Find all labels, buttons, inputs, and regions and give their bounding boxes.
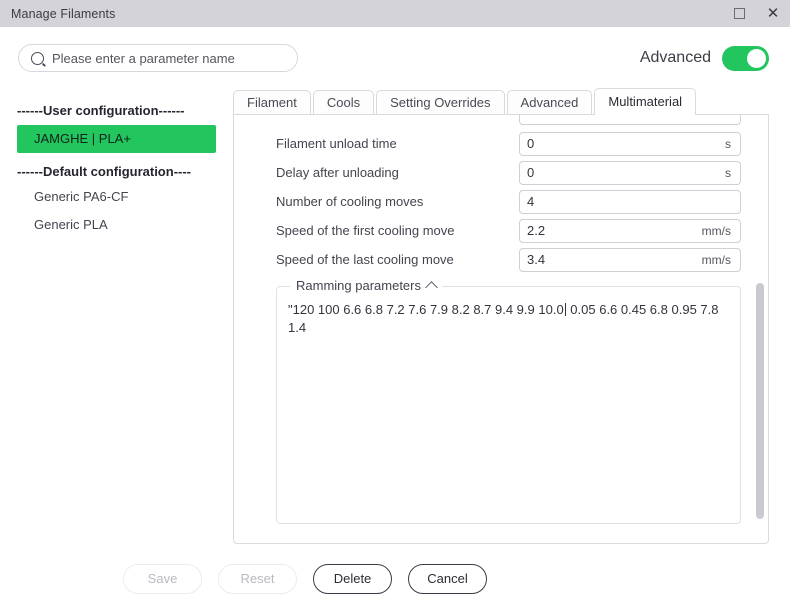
field-speed-first-cooling-move[interactable]: 2.2 mm/s xyxy=(519,218,741,243)
field-number-of-cooling-moves[interactable]: 4 xyxy=(519,189,741,214)
close-button[interactable]: ✕ xyxy=(756,0,790,27)
maximize-button[interactable] xyxy=(722,0,756,27)
tabstrip: Filament Cools Setting Overrides Advance… xyxy=(233,88,769,115)
sidebar-item-generic-pla[interactable]: Generic PLA xyxy=(0,211,233,239)
save-button[interactable]: Save xyxy=(123,563,202,594)
sidebar-group-title-user: ------User configuration------ xyxy=(17,103,185,118)
tab-setting-overrides[interactable]: Setting Overrides xyxy=(376,90,505,115)
sidebar-item-label: JAMGHE | PLA+ xyxy=(34,131,131,146)
dialog-footer: Save Reset Delete Cancel xyxy=(0,544,790,613)
preset-sidebar: ------User configuration------ JAMGHE | … xyxy=(0,89,233,544)
close-icon: ✕ xyxy=(766,4,780,22)
tab-cools[interactable]: Cools xyxy=(312,90,375,115)
row-label: Delay after unloading xyxy=(276,165,399,180)
row-label: Speed of the first cooling move xyxy=(276,223,455,238)
sidebar-group-title-default: ------Default configuration---- xyxy=(17,164,192,179)
clipped-field[interactable] xyxy=(519,115,741,125)
vertical-scrollbar-thumb[interactable] xyxy=(756,283,764,519)
field-unit: s xyxy=(725,165,731,180)
field-filament-unload-time[interactable]: 0 s xyxy=(519,131,741,156)
tab-multimaterial[interactable]: Multimaterial xyxy=(594,88,697,115)
maximize-square-icon xyxy=(733,8,745,19)
tab-filament[interactable]: Filament xyxy=(233,90,311,115)
row-label: Filament unload time xyxy=(276,136,397,151)
search-box[interactable] xyxy=(18,44,298,72)
reset-button[interactable]: Reset xyxy=(218,563,297,594)
tab-column: Filament Cools Setting Overrides Advance… xyxy=(233,88,769,544)
row-speed-last-cooling-move: Speed of the last cooling move 3.4 mm/s xyxy=(276,245,748,274)
field-value: 0 xyxy=(527,165,535,180)
row-number-of-cooling-moves: Number of cooling moves 4 xyxy=(276,187,748,216)
chevron-up-icon[interactable] xyxy=(425,281,438,294)
advanced-toggle[interactable] xyxy=(722,45,769,71)
field-value: 4 xyxy=(527,194,535,209)
ramming-parameters-group: Ramming parameters "120 100 6.6 6.8 7.2 … xyxy=(276,278,741,524)
row-delay-after-unloading: Delay after unloading 0 s xyxy=(276,158,748,187)
window-titlebar: Manage Filaments ✕ xyxy=(0,0,790,27)
ramming-parameters-textarea[interactable]: "120 100 6.6 6.8 7.2 7.6 7.9 8.2 8.7 9.4… xyxy=(277,287,740,337)
clipped-field-row xyxy=(276,115,748,129)
search-icon xyxy=(31,51,44,65)
tab-advanced[interactable]: Advanced xyxy=(506,90,593,115)
field-unit: s xyxy=(725,136,731,151)
field-speed-last-cooling-move[interactable]: 3.4 mm/s xyxy=(519,247,741,272)
sidebar-item-label: Generic PLA xyxy=(34,217,108,232)
search-input[interactable] xyxy=(52,50,285,66)
field-value: 3.4 xyxy=(527,252,546,267)
field-unit: mm/s xyxy=(701,223,731,238)
window-title: Manage Filaments xyxy=(11,6,116,21)
ramming-parameters-title: Ramming parameters xyxy=(296,278,421,293)
delete-button[interactable]: Delete xyxy=(313,563,392,594)
sidebar-item-generic-pa6-cf[interactable]: Generic PA6-CF xyxy=(0,183,233,211)
cancel-button[interactable]: Cancel xyxy=(408,563,487,594)
sidebar-item-label: Generic PA6-CF xyxy=(34,189,129,204)
settings-form: Filament unload time 0 s Delay after unl… xyxy=(234,115,768,543)
dialog-body: ------User configuration------ JAMGHE | … xyxy=(0,88,790,544)
advanced-label: Advanced xyxy=(639,49,711,66)
row-label: Speed of the last cooling move xyxy=(276,252,454,267)
tab-panel-multimaterial: Filament unload time 0 s Delay after unl… xyxy=(233,114,769,544)
field-delay-after-unloading[interactable]: 0 s xyxy=(519,160,741,185)
advanced-toggle-group: Advanced xyxy=(639,45,769,71)
row-label: Number of cooling moves xyxy=(276,194,424,209)
field-value: 2.2 xyxy=(527,223,546,238)
row-speed-first-cooling-move: Speed of the first cooling move 2.2 mm/s xyxy=(276,216,748,245)
row-filament-unload-time: Filament unload time 0 s xyxy=(276,129,748,158)
text-caret xyxy=(564,303,566,316)
field-value: 0 xyxy=(527,136,535,151)
toolbar: Advanced xyxy=(0,27,790,89)
ramming-text-before-caret: "120 100 6.6 6.8 7.2 7.6 7.9 8.2 8.7 9.4… xyxy=(288,302,564,317)
field-unit: mm/s xyxy=(701,252,731,267)
window-controls: ✕ xyxy=(722,0,790,27)
sidebar-item-jamghe-pla-plus[interactable]: JAMGHE | PLA+ xyxy=(17,125,216,153)
ramming-parameters-legend[interactable]: Ramming parameters xyxy=(290,278,442,294)
toggle-knob xyxy=(747,48,766,68)
